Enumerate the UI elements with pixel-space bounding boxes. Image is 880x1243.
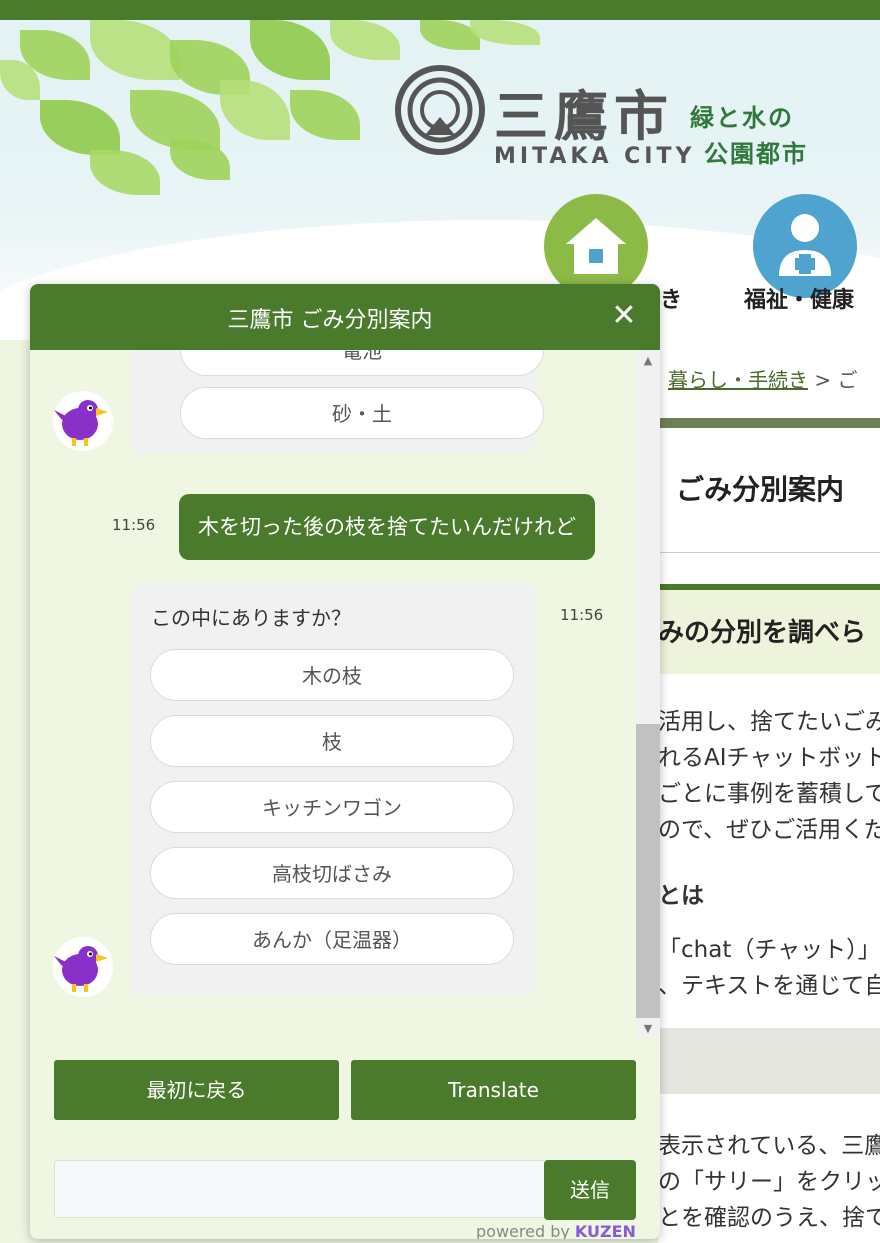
translate-button[interactable]: Translate xyxy=(351,1060,636,1120)
option-button[interactable]: あんか（足温器） xyxy=(150,913,514,965)
option-button[interactable]: 枝 xyxy=(150,715,514,767)
paragraph-line: とを確認のうえ、捨て xyxy=(658,1205,880,1231)
section-heading-box: みの分別を調べら xyxy=(658,584,880,674)
chat-title: 三鷹市 ごみ分別案内 xyxy=(227,308,433,333)
breadcrumb: 暮らし・手続き > ご xyxy=(668,368,858,392)
house-icon xyxy=(566,218,626,274)
page-title: ごみ分別案内 xyxy=(676,473,845,506)
option-button[interactable]: 電池 xyxy=(180,350,544,376)
paragraph-line: の「サリー」をクリッ xyxy=(658,1169,880,1195)
restart-button[interactable]: 最初に戻る xyxy=(54,1060,339,1120)
scroll-down-icon[interactable]: ▼ xyxy=(636,1022,660,1035)
site-name-en: MITAKA CITY xyxy=(494,144,696,169)
chat-scrollbar-thumb[interactable] xyxy=(636,724,660,1018)
tagline-2: 公園都市 xyxy=(704,140,808,168)
paragraph-line: れるAIチャットボット xyxy=(658,745,880,771)
paragraph-line: 、テキストを通じて自 xyxy=(658,973,880,999)
option-button[interactable]: キッチンワゴン xyxy=(150,781,514,833)
message-time: 11:56 xyxy=(560,606,604,624)
main-content: 暮らし・手続き > ご ごみ分別案内 みの分別を調べら 活用し、捨てたいごみ れ… xyxy=(658,340,880,1243)
subheading: とは xyxy=(658,883,704,909)
paragraph-line: 表示されている、三鷹 xyxy=(658,1133,880,1159)
tagline-1: 緑と水の xyxy=(690,104,794,132)
mitaka-logo-icon[interactable] xyxy=(395,65,485,155)
powered-by[interactable]: powered by KUZEN xyxy=(476,1222,636,1239)
scroll-up-icon[interactable]: ▲ xyxy=(636,354,660,367)
option-button[interactable]: 砂・土 xyxy=(180,387,544,439)
chat-header: 三鷹市 ごみ分別案内 ✕ xyxy=(30,284,660,350)
message-time: 11:56 xyxy=(112,516,156,534)
mascot-bird-icon xyxy=(53,937,113,997)
top-bar xyxy=(0,0,880,20)
send-button[interactable]: 送信 xyxy=(544,1160,636,1220)
nav-label-welfare[interactable]: 福祉・健康 xyxy=(744,282,854,314)
chatbot-window: 三鷹市 ごみ分別案内 ✕ 電池 砂・土 11:56 木を切った後の枝を捨てたいん… xyxy=(30,284,660,1239)
bot-question: この中にありますか？ xyxy=(151,606,351,630)
paragraph-line: 活用し、捨てたいごみ xyxy=(658,709,880,735)
nav-label-1[interactable]: き xyxy=(660,282,682,314)
mascot-bird-icon xyxy=(53,391,113,451)
nav-house-button[interactable] xyxy=(544,194,648,298)
paragraph-line: ごとに事例を蓄積して xyxy=(658,781,880,807)
section-heading: みの分別を調べら xyxy=(658,618,867,648)
chat-input[interactable] xyxy=(54,1160,548,1218)
chat-messages[interactable]: 電池 砂・土 11:56 木を切った後の枝を捨てたいんだけれど この中にあります… xyxy=(30,350,660,1030)
paragraph-line: ので、ぜひご活用くだ xyxy=(658,817,880,843)
site-name-jp[interactable]: 三鷹市 xyxy=(494,72,674,151)
paragraph-line: 「chat（チャット）」 xyxy=(658,937,880,963)
option-button[interactable]: 高枝切ばさみ xyxy=(150,847,514,899)
kuzen-brand[interactable]: KUZEN xyxy=(575,1222,636,1239)
close-icon[interactable]: ✕ xyxy=(604,296,644,336)
option-button[interactable]: 木の枝 xyxy=(150,649,514,701)
user-message: 木を切った後の枝を捨てたいんだけれど xyxy=(179,494,595,560)
breadcrumb-link[interactable]: 暮らし・手続き xyxy=(668,368,808,392)
